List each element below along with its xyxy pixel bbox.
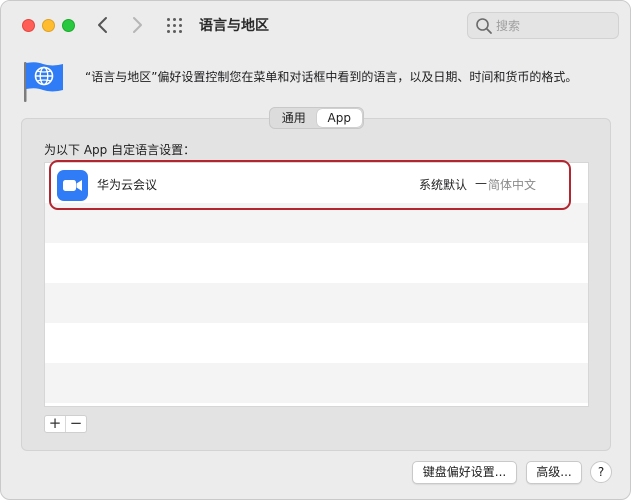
back-button[interactable] — [91, 13, 115, 37]
advanced-button[interactable]: 高级... — [526, 461, 582, 484]
add-remove-control: + − — [44, 415, 87, 433]
header-description: “语言与地区”偏好设置控制您在菜单和对话框中看到的语言，以及日期、时间和货币的格… — [85, 70, 578, 84]
show-all-grid-button[interactable] — [166, 17, 184, 35]
list-row-background — [45, 203, 588, 243]
list-row-background — [45, 243, 588, 283]
apps-list-label: 为以下 App 自定语言设置： — [44, 143, 196, 157]
forward-button[interactable] — [125, 13, 149, 37]
tab-general[interactable]: 通用 — [271, 109, 317, 127]
app-name: 华为云会议 — [97, 178, 158, 192]
preferences-window: 语言与地区 “语言与地区”偏好设置控制您在菜单和对话框中看到的语言，以及日期、时… — [0, 0, 631, 500]
minimize-window-button[interactable] — [42, 19, 55, 32]
search-icon — [476, 18, 492, 34]
video-camera-icon — [57, 170, 88, 201]
add-app-button[interactable]: + — [45, 416, 65, 432]
app-row-huawei-cloud-meeting[interactable]: 华为云会议 系统默认 — 简体中文 — [45, 163, 588, 203]
window-title: 语言与地区 — [199, 18, 269, 34]
apps-list: 华为云会议 系统默认 — 简体中文 — [44, 162, 589, 407]
list-row-background — [45, 323, 588, 363]
title-bar: 语言与地区 — [1, 1, 630, 51]
search-input[interactable] — [496, 16, 611, 36]
chevron-left-icon — [98, 17, 107, 33]
tab-apps[interactable]: App — [316, 109, 362, 127]
zoom-window-button[interactable] — [62, 19, 75, 32]
app-language-name: 简体中文 — [488, 178, 537, 192]
language-region-flag-icon — [24, 62, 63, 102]
chevron-right-icon — [133, 17, 142, 33]
app-language-default: 系统默认 — [419, 178, 468, 192]
help-button[interactable]: ? — [590, 461, 612, 483]
close-window-button[interactable] — [22, 19, 35, 32]
tab-bar: 通用 App — [269, 107, 364, 129]
search-field[interactable] — [467, 12, 619, 39]
list-row-background — [45, 363, 588, 403]
app-language-dash: — — [475, 176, 487, 190]
list-row-background — [45, 283, 588, 323]
remove-app-button[interactable]: − — [66, 416, 86, 432]
keyboard-preferences-button[interactable]: 键盘偏好设置... — [412, 461, 517, 484]
